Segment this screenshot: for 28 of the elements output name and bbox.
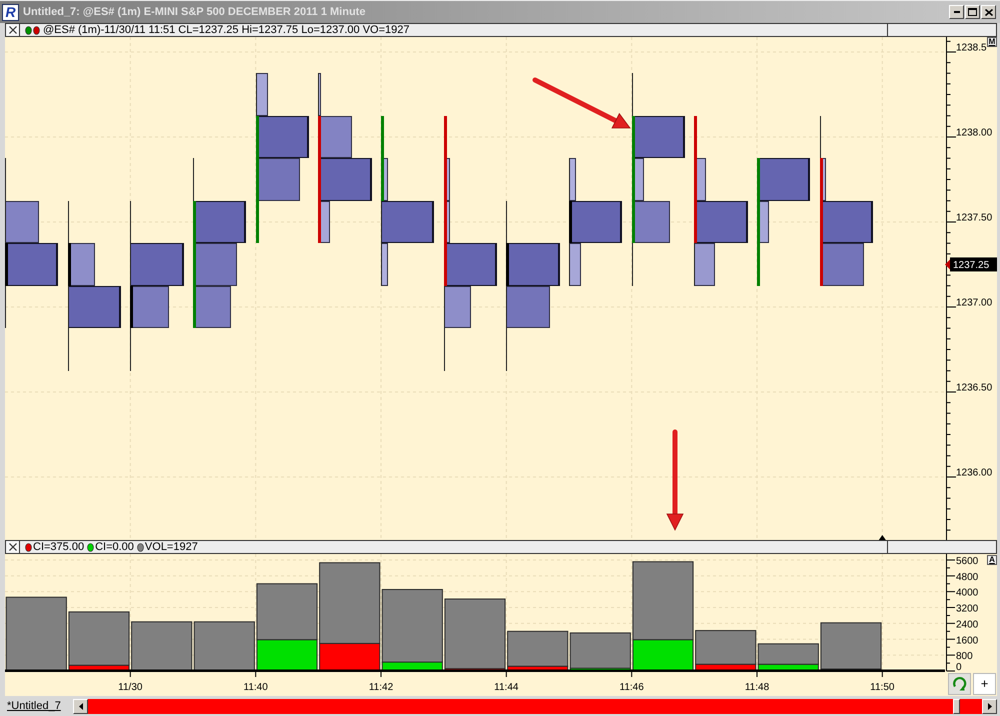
axis-label: 1237.00 [956,297,992,308]
axis-label: 11:40 [244,682,268,693]
axis-label: 1236.50 [956,382,992,394]
axis-label: 11:46 [620,682,644,693]
last-price-tag: 1237.25 [950,257,997,272]
app-logo: R [2,4,19,20]
axis-label: 5600 [956,556,978,567]
axis-label: 800 [956,651,973,662]
axis-label: 11:50 [870,682,894,693]
axis-label: 1237.50 [956,212,992,224]
axis-label: 2400 [956,619,978,630]
window-title: Untitled_7: @ES# (1m) E-MINI S&P 500 DECEMBER 2011 1 Minute [23,6,366,18]
legend-text: CI=0.00 [95,541,134,553]
axis-label: 1600 [956,635,978,646]
axis-label: 4000 [956,588,978,599]
axis-label: 11:48 [744,682,770,693]
axis-label: 0 [956,662,962,673]
legend-text: @ES# (1m)-11/30/11 11:51 CL=1237.25 Hi=1237.75 Lo=1237.00 VO=1927 [43,24,410,36]
axis-label: 11/30 [118,682,142,693]
axis-label: 11:44 [494,682,518,693]
axis-label: 4800 [956,572,978,583]
legend-text: CI=375.00 [33,541,84,553]
axis-label: 11:42 [368,682,394,693]
legend-text: VOL=1927 [144,541,198,553]
axis-label: 1238.00 [956,127,992,138]
axis-label: 1238.5 [956,42,987,54]
axis-label: 3200 [956,604,978,615]
axis-label: 1236.00 [956,467,992,478]
